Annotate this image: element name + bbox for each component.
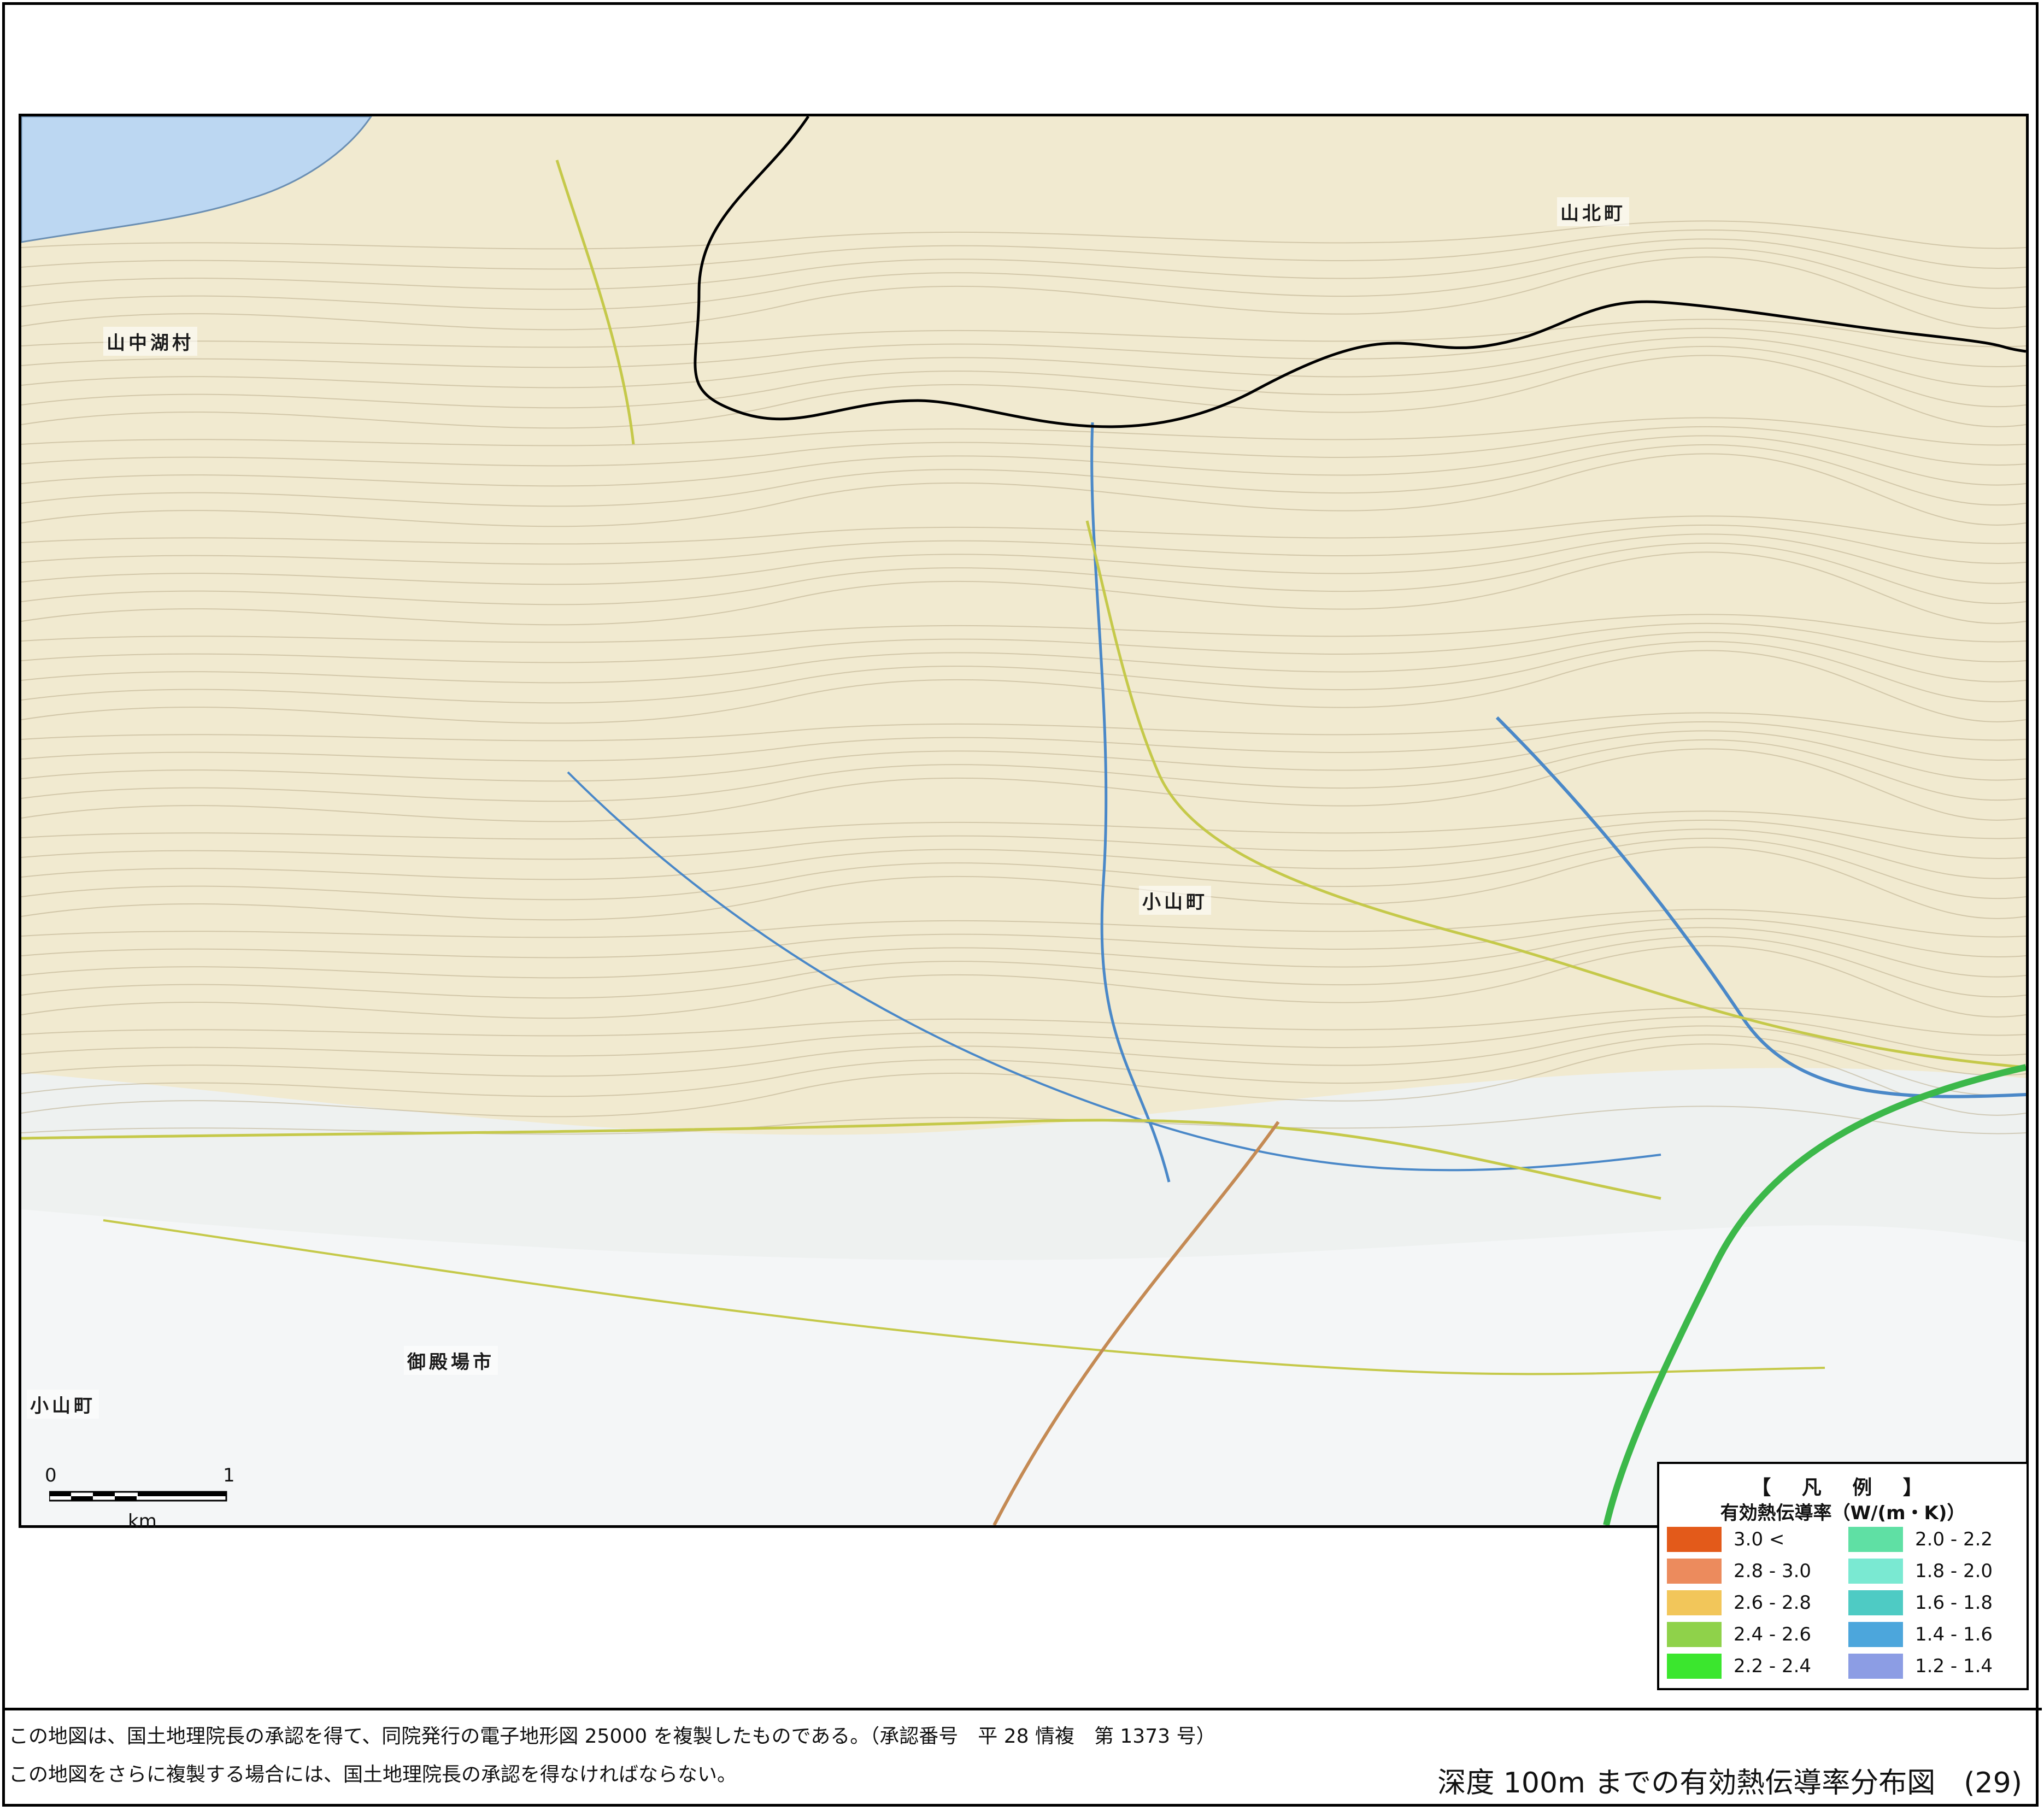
legend-swatch bbox=[1667, 1590, 1722, 1615]
legend-item: 2.4 - 2.6 bbox=[1667, 1620, 1811, 1649]
legend-label: 2.8 - 3.0 bbox=[1734, 1560, 1812, 1582]
legend: 【 凡 例 】 有効熱伝導率（W/(m・K)） 3.0 < 2.8 - 3.0 2.… bbox=[1657, 1462, 2029, 1690]
legend-item: 1.6 - 1.8 bbox=[1848, 1589, 1993, 1617]
place-label-gotemba: 御殿場市 bbox=[404, 1346, 498, 1375]
legend-item: 1.8 - 2.0 bbox=[1848, 1557, 1993, 1585]
legend-item: 2.6 - 2.8 bbox=[1667, 1589, 1811, 1617]
legend-label: 1.8 - 2.0 bbox=[1915, 1560, 1993, 1582]
legend-label: 1.4 - 1.6 bbox=[1915, 1624, 1993, 1645]
map-details bbox=[21, 116, 2026, 1525]
legend-label: 2.4 - 2.6 bbox=[1734, 1624, 1812, 1645]
legend-swatch bbox=[1848, 1527, 1903, 1552]
legend-item: 3.0 < bbox=[1667, 1525, 1784, 1554]
place-label-yamakita: 山北町 bbox=[1557, 197, 1629, 226]
legend-item: 1.2 - 1.4 bbox=[1848, 1652, 1993, 1680]
scale-end-label: 1 bbox=[223, 1465, 235, 1486]
footer-copyright-line1: この地図は、国土地理院長の承認を得て、同院発行の電子地形図 25000 を複製し… bbox=[9, 1725, 1216, 1748]
legend-swatch bbox=[1667, 1622, 1722, 1647]
place-label-yamanakako: 山中湖村 bbox=[103, 327, 197, 356]
scale-start-label: 0 bbox=[45, 1465, 57, 1486]
topographic-map[interactable]: 山中湖村 山北町 小山町 御殿場市 小山町 bbox=[19, 114, 2029, 1528]
legend-swatch bbox=[1667, 1559, 1722, 1584]
footer-copyright-line2: この地図をさらに複製する場合には、国土地理院長の承認を得なければならない。 bbox=[9, 1763, 737, 1786]
legend-swatch bbox=[1667, 1527, 1722, 1552]
legend-label: 3.0 < bbox=[1734, 1528, 1785, 1550]
legend-item: 1.4 - 1.6 bbox=[1848, 1620, 1993, 1649]
legend-swatch bbox=[1848, 1559, 1903, 1584]
map-caption: 深度 100m までの有効熱伝導率分布図 (29) bbox=[1437, 1767, 2022, 1800]
legend-swatch bbox=[1848, 1654, 1903, 1679]
place-label-oyama-west: 小山町 bbox=[27, 1390, 99, 1419]
legend-label: 2.6 - 2.8 bbox=[1734, 1592, 1812, 1614]
legend-subtitle: 有効熱伝導率（W/(m・K)） bbox=[1720, 1502, 1966, 1524]
legend-swatch bbox=[1667, 1654, 1722, 1679]
scale-bar-graphic bbox=[49, 1491, 227, 1502]
legend-swatch bbox=[1848, 1622, 1903, 1647]
legend-label: 1.6 - 1.8 bbox=[1915, 1592, 1993, 1614]
legend-item: 2.0 - 2.2 bbox=[1848, 1525, 1993, 1554]
legend-title: 【 凡 例 】 bbox=[1751, 1477, 1935, 1499]
legend-item: 2.2 - 2.4 bbox=[1667, 1652, 1811, 1680]
legend-label: 2.0 - 2.2 bbox=[1915, 1528, 1993, 1550]
legend-swatch bbox=[1848, 1590, 1903, 1615]
legend-label: 2.2 - 2.4 bbox=[1734, 1655, 1812, 1677]
legend-label: 1.2 - 1.4 bbox=[1915, 1655, 1993, 1677]
footer-divider bbox=[2, 1708, 2042, 1710]
scale-unit-label: km bbox=[128, 1510, 157, 1532]
map-canvas bbox=[21, 116, 2026, 1525]
legend-item: 2.8 - 3.0 bbox=[1667, 1557, 1811, 1585]
place-label-oyama-center: 小山町 bbox=[1139, 886, 1211, 915]
